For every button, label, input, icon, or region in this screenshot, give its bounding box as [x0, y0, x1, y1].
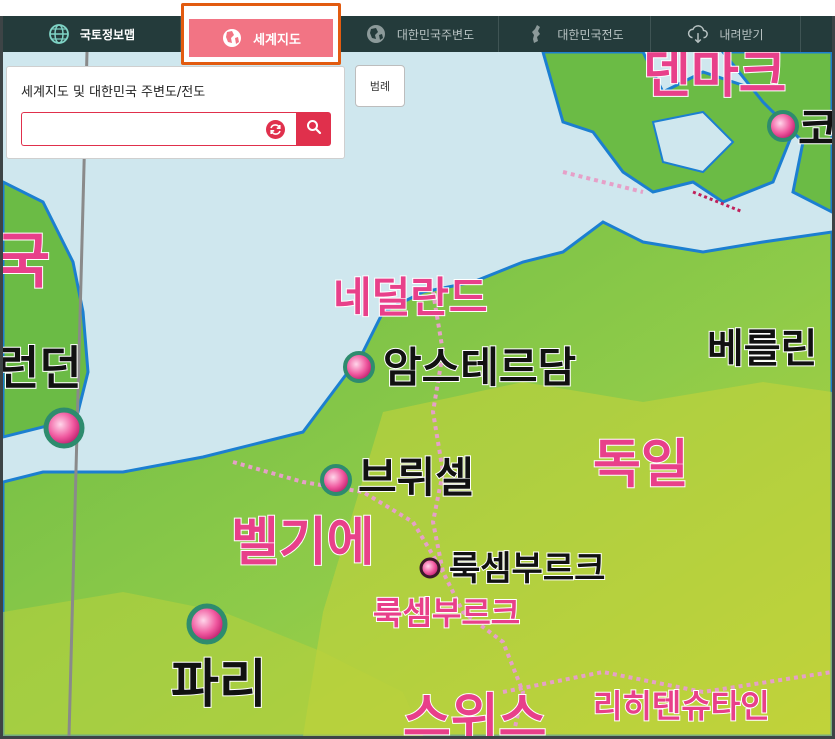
- top-strip: [0, 0, 835, 16]
- city-marker-london[interactable]: [43, 407, 85, 449]
- label-denmark: 덴마크: [643, 52, 787, 105]
- city-marker-luxembourg[interactable]: [419, 557, 441, 579]
- label-liechtenstein: 리히텐슈타인: [593, 687, 770, 725]
- city-marker-paris[interactable]: [186, 603, 228, 645]
- nav-item-korea-surroundings[interactable]: 대한민국주변도: [341, 16, 499, 52]
- city-marker-brussels[interactable]: [320, 464, 352, 496]
- tab-label-world-map: 세계지도: [253, 32, 301, 48]
- search-input[interactable]: [30, 119, 260, 139]
- nav-label-land-info-map: 국토정보맵: [79, 27, 136, 42]
- label-brussels: 브뤼셀: [358, 453, 474, 502]
- label-switzerland: 스위스: [403, 689, 547, 736]
- label-germany: 독일: [593, 435, 689, 495]
- search-icon: [306, 119, 322, 139]
- korea-map-icon: [525, 23, 547, 45]
- globe-icon: [48, 23, 70, 45]
- label-luxembourg-country: 룩셈부르크: [373, 594, 520, 632]
- earth-dark-icon: [365, 23, 387, 45]
- top-nav: 국토정보맵 대한민국주변도 대한민국전도 내려받기: [3, 16, 832, 52]
- tab-world-map[interactable]: 세계지도: [189, 19, 333, 57]
- nav-label-download: 내려받기: [719, 27, 764, 42]
- search-panel-title: 세계지도 및 대한민국 주변도/전도: [21, 85, 206, 100]
- search-button[interactable]: [296, 112, 331, 146]
- label-uk: 국: [3, 227, 50, 297]
- city-marker-copenhagen[interactable]: [767, 110, 799, 142]
- search-box: [21, 112, 296, 146]
- legend-button[interactable]: 범례: [355, 65, 405, 107]
- nav-item-land-info-map[interactable]: 국토정보맵: [3, 16, 181, 52]
- nav-item-download[interactable]: 내려받기: [651, 16, 801, 52]
- tab-world-map-highlight[interactable]: 세계지도: [181, 3, 341, 65]
- nav-filler: [801, 16, 832, 52]
- city-marker-amsterdam[interactable]: [343, 351, 375, 383]
- nav-label-korea-full-map: 대한민국전도: [557, 27, 624, 42]
- nav-item-korea-full-map[interactable]: 대한민국전도: [499, 16, 651, 52]
- label-netherlands: 네덜란드: [333, 273, 488, 322]
- app-frame: 덴마크 국 네덜란드 독일 벨기에 룩셈부르크 리히텐슈타인 스위스 코 런던 …: [0, 0, 835, 739]
- refresh-icon[interactable]: [266, 120, 285, 139]
- earth-icon: [221, 27, 243, 49]
- label-luxembourg-city: 룩셈부르크: [449, 549, 605, 589]
- label-copenhagen: 코: [798, 104, 832, 155]
- label-paris: 파리: [171, 655, 267, 715]
- search-panel: 세계지도 및 대한민국 주변도/전도: [6, 66, 345, 159]
- cloud-download-icon: [687, 23, 709, 45]
- nav-label-korea-surroundings: 대한민국주변도: [396, 27, 475, 42]
- label-berlin: 베를린: [707, 326, 817, 372]
- label-london: 런던: [3, 341, 82, 395]
- label-belgium: 벨기에: [231, 513, 375, 573]
- label-amsterdam: 암스테르담: [383, 343, 576, 392]
